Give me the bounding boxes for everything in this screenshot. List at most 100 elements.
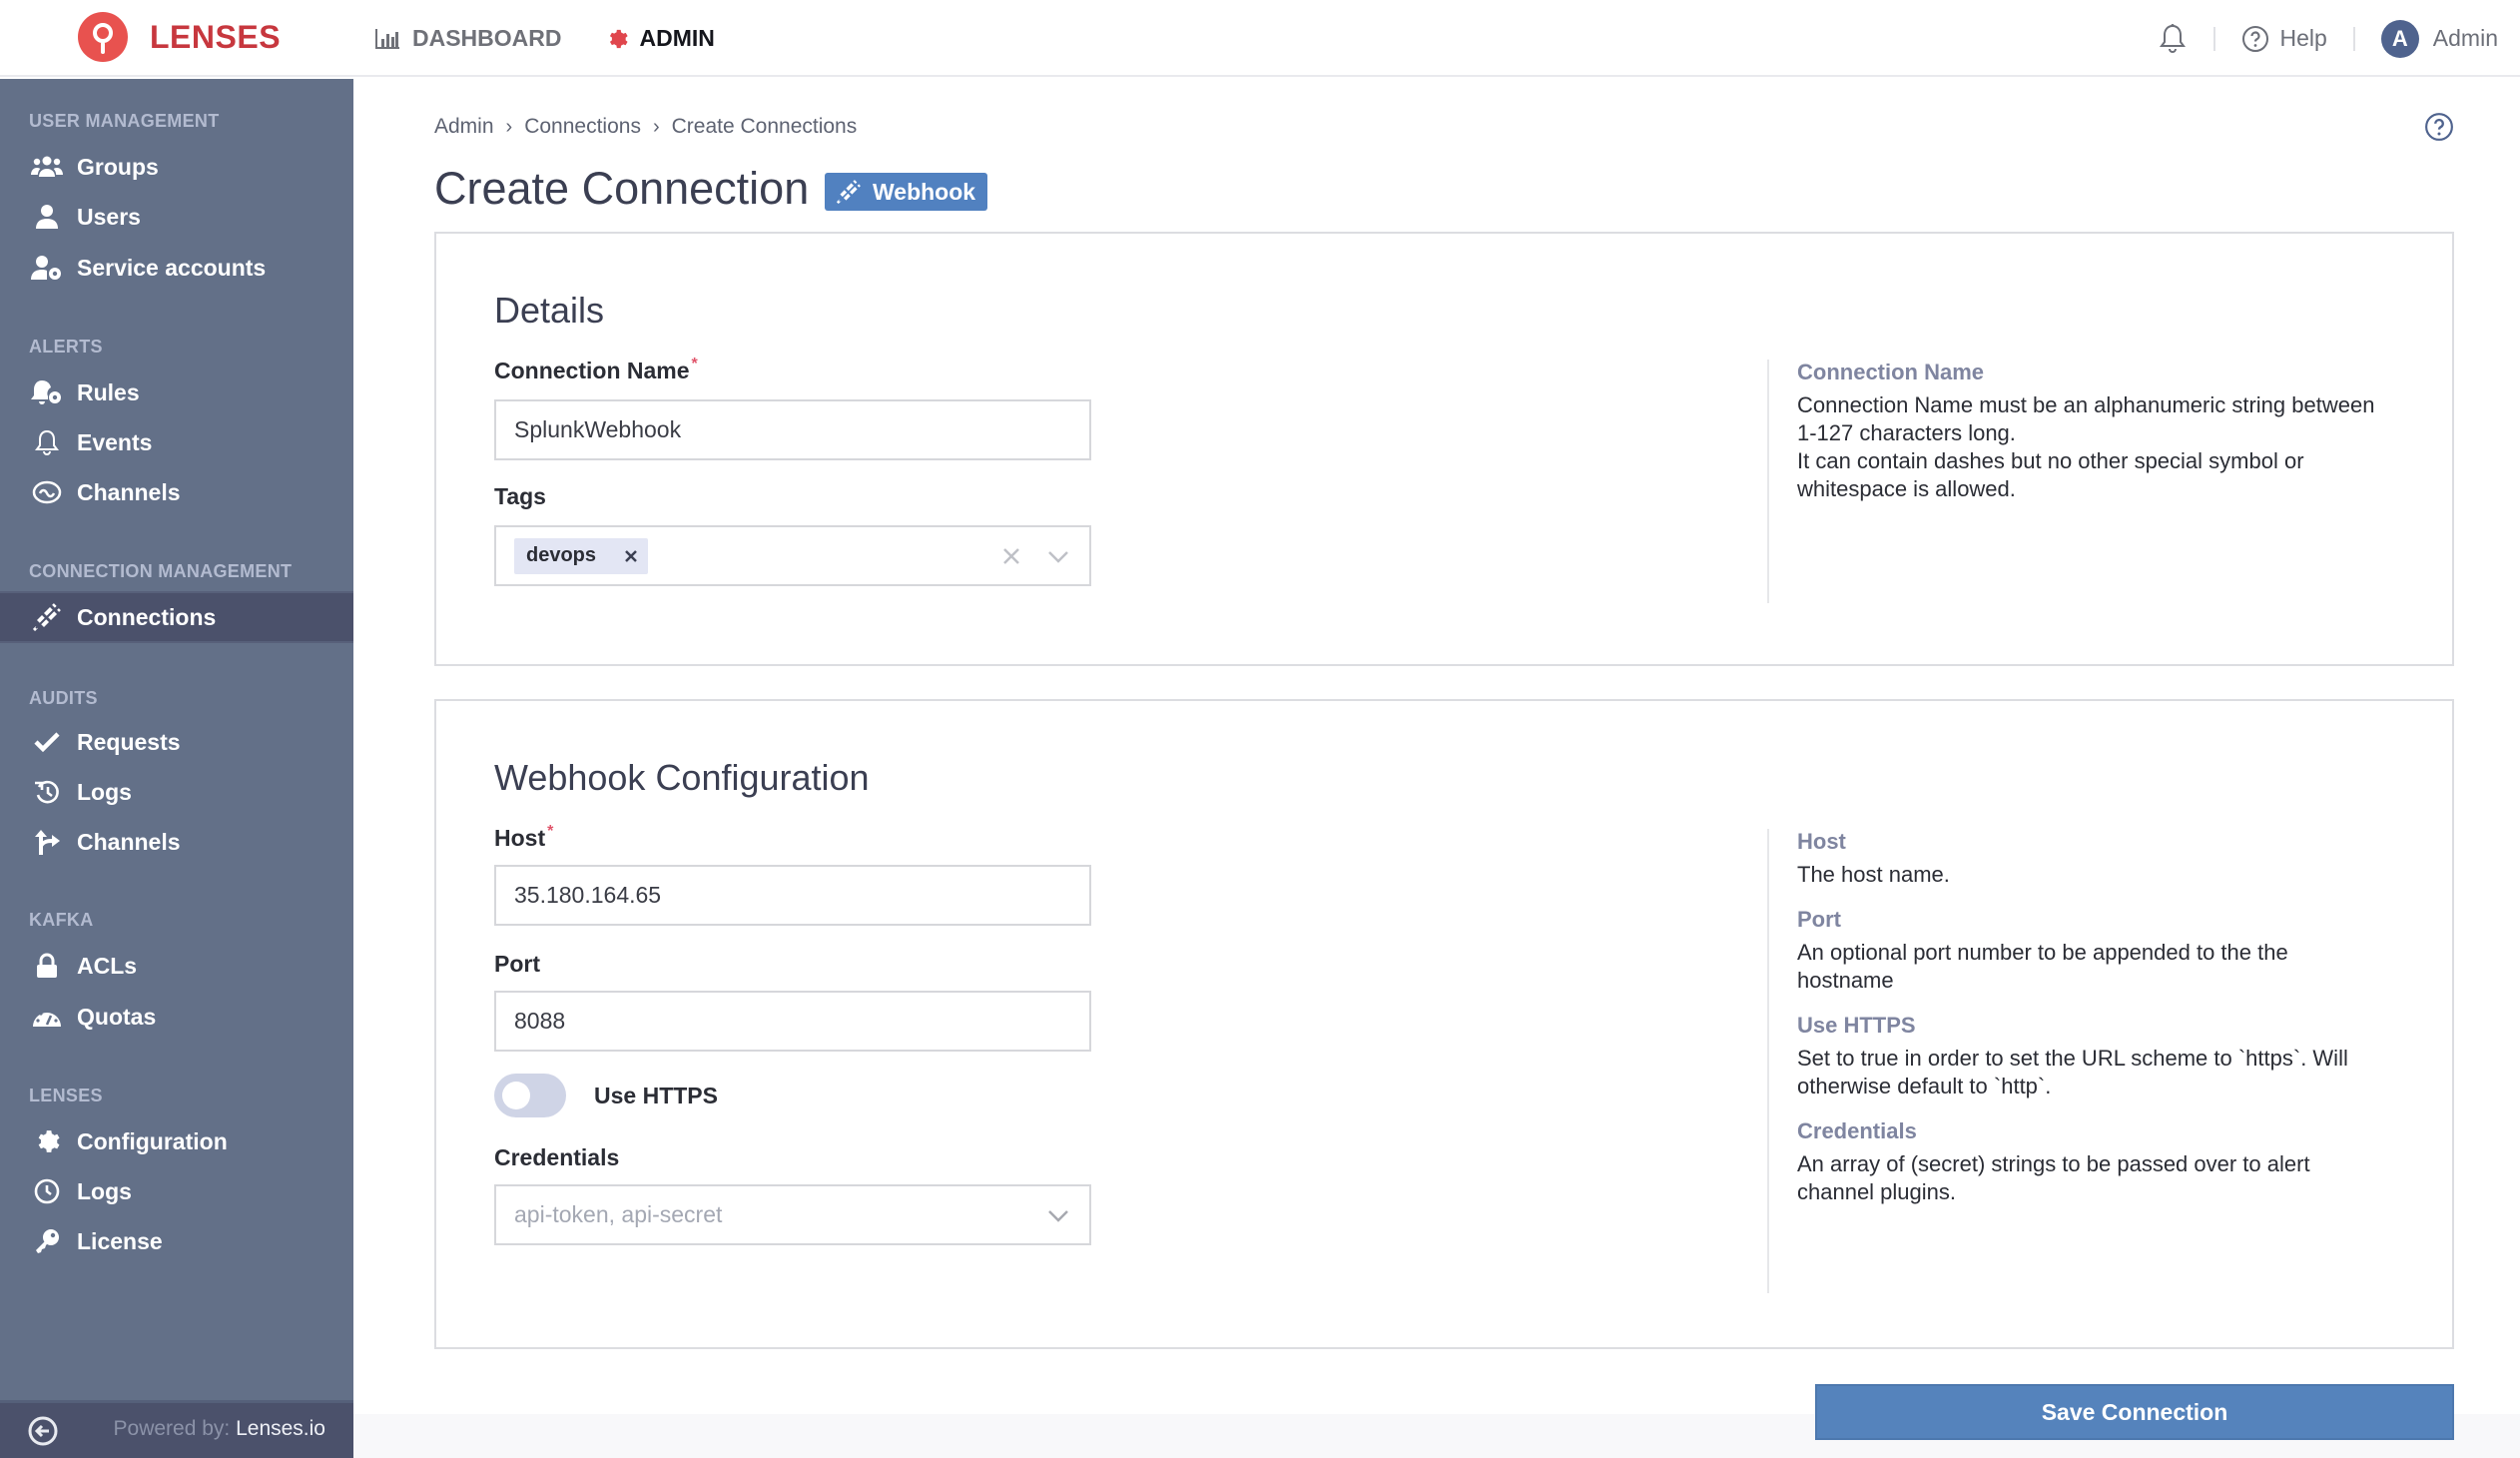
sidebar-item-groups[interactable]: Groups	[0, 142, 353, 192]
host-label-text: Host	[494, 825, 546, 851]
help-title: Credentials	[1797, 1118, 1917, 1143]
divider	[2352, 26, 2355, 51]
credentials-select[interactable]: api-token, api-secret	[494, 1184, 1091, 1245]
top-bar: LENSES DASHBOARD ADMIN Help A Admin	[0, 0, 2520, 77]
gauge-icon	[31, 1001, 63, 1033]
host-value: 35.180.164.65	[514, 882, 662, 908]
sidebar-item-alert-channels[interactable]: Channels	[0, 467, 353, 517]
chevron-down-icon[interactable]	[1047, 549, 1069, 563]
brand-name: LENSES	[150, 18, 282, 55]
sidebar-item-label: Events	[77, 428, 153, 455]
sidebar-item-service-accounts[interactable]: Service accounts	[0, 243, 353, 293]
sidebar-item-label: License	[77, 1227, 163, 1254]
help-text: An optional port number to be appended t…	[1797, 940, 2288, 993]
user-name[interactable]: Admin	[2433, 25, 2498, 52]
help-text: Connection Name must be an alphanumeric …	[1797, 392, 2375, 501]
breadcrumb-current: Create Connections	[671, 115, 858, 138]
connection-name-label-text: Connection Name	[494, 358, 690, 383]
port-label: Port	[494, 951, 540, 977]
details-card: Details Connection Name * SplunkWebhook T…	[434, 232, 2454, 666]
sidebar-item-audit-channels[interactable]: Channels	[0, 817, 353, 867]
connection-name-input[interactable]: SplunkWebhook	[494, 399, 1091, 460]
sidebar-item-label: Users	[77, 203, 141, 230]
section-lenses: LENSES	[29, 1086, 103, 1105]
tags-select[interactable]: devops	[494, 525, 1091, 586]
powered-by-link[interactable]: Lenses.io	[236, 1417, 325, 1440]
page-title: Create Connection	[434, 163, 810, 214]
chevron-right-icon: ›	[505, 115, 513, 138]
sidebar-item-connections[interactable]: Connections	[0, 591, 353, 643]
chevron-down-icon[interactable]	[1047, 1208, 1069, 1222]
powered-by: Powered by: Lenses.io	[114, 1417, 325, 1441]
bar-chart-icon	[374, 28, 400, 50]
section-user-management: USER MANAGEMENT	[29, 111, 220, 131]
sidebar-item-users[interactable]: Users	[0, 192, 353, 242]
help-text: Set to true in order to set the URL sche…	[1797, 1046, 2348, 1098]
tags-controls	[975, 527, 1069, 584]
breadcrumb-connections[interactable]: Connections	[524, 115, 641, 139]
lenses-logo[interactable]: LENSES	[78, 12, 281, 62]
tags-label: Tags	[494, 483, 546, 509]
chevron-right-icon: ›	[652, 115, 660, 138]
breadcrumb: Admin › Connections › Create Connections	[434, 115, 857, 139]
gear-icon	[606, 28, 628, 50]
host-label: Host *	[494, 823, 553, 852]
avatar[interactable]: A	[2380, 19, 2419, 58]
sidebar-item-license[interactable]: License	[0, 1216, 353, 1266]
use-https-toggle[interactable]	[494, 1074, 566, 1117]
sidebar-item-audit-logs[interactable]: Logs	[0, 767, 353, 817]
clear-tags-icon[interactable]	[1001, 546, 1021, 566]
sidebar-footer: Powered by: Lenses.io	[0, 1400, 353, 1458]
port-input[interactable]: 8088	[494, 991, 1091, 1052]
section-audits: AUDITS	[29, 688, 98, 708]
bell-icon[interactable]	[2158, 23, 2188, 55]
sidebar-item-requests[interactable]: Requests	[0, 717, 353, 767]
help-label: Help	[2279, 25, 2327, 51]
nav-admin-label: ADMIN	[639, 25, 715, 51]
clock-icon	[31, 1175, 63, 1207]
page-help-icon[interactable]	[2424, 112, 2454, 142]
remove-tag-icon[interactable]	[624, 549, 638, 563]
connection-type-badge: Webhook	[825, 173, 988, 211]
key-icon	[31, 1225, 63, 1257]
help-text: The host name.	[1797, 862, 1950, 887]
sidebar-item-label: Configuration	[77, 1127, 228, 1154]
help-title: Host	[1797, 829, 1846, 854]
breadcrumb-admin[interactable]: Admin	[434, 115, 494, 139]
use-https-label: Use HTTPS	[594, 1082, 718, 1108]
help-link[interactable]: Help	[2241, 25, 2327, 53]
sidebar-item-rules[interactable]: Rules	[0, 367, 353, 417]
lenses-logo-icon	[78, 12, 128, 62]
split-arrow-icon	[31, 826, 63, 858]
port-value: 8088	[514, 1008, 566, 1034]
sidebar-item-events[interactable]: Events	[0, 417, 353, 467]
webhook-configuration-card: Webhook Configuration Host * 35.180.164.6…	[434, 699, 2454, 1349]
credentials-label: Credentials	[494, 1144, 620, 1170]
main-nav: DASHBOARD ADMIN	[374, 0, 759, 77]
help-title: Connection Name	[1797, 360, 1985, 384]
sidebar-item-label: Channels	[77, 478, 181, 505]
lock-icon	[31, 950, 63, 982]
sidebar-item-label: Connections	[77, 603, 217, 630]
sidebar-item-acls[interactable]: ACLs	[0, 941, 353, 991]
sidebar-item-lenses-logs[interactable]: Logs	[0, 1166, 353, 1216]
save-connection-button[interactable]: Save Connection	[1815, 1384, 2454, 1440]
sidebar-item-label: Channels	[77, 828, 181, 855]
gear-icon	[31, 1125, 63, 1157]
sidebar-item-configuration[interactable]: Configuration	[0, 1116, 353, 1166]
sidebar-item-label: Groups	[77, 153, 159, 180]
sidebar-item-label: Logs	[77, 778, 132, 805]
connection-name-label: Connection Name *	[494, 356, 698, 384]
nav-admin[interactable]: ADMIN	[606, 25, 715, 52]
details-title: Details	[494, 290, 605, 331]
collapse-sidebar-icon[interactable]	[27, 1415, 59, 1447]
check-icon	[31, 726, 63, 758]
nav-dashboard[interactable]: DASHBOARD	[374, 25, 562, 52]
sidebar: USER MANAGEMENT Groups Users Service acc…	[0, 79, 353, 1458]
sidebar-item-quotas[interactable]: Quotas	[0, 992, 353, 1042]
powered-by-label: Powered by:	[113, 1417, 231, 1440]
host-input[interactable]: 35.180.164.65	[494, 865, 1091, 926]
credentials-placeholder: api-token, api-secret	[514, 1201, 723, 1227]
sidebar-item-label: Requests	[77, 728, 181, 755]
tag-chip-label: devops	[526, 544, 597, 566]
